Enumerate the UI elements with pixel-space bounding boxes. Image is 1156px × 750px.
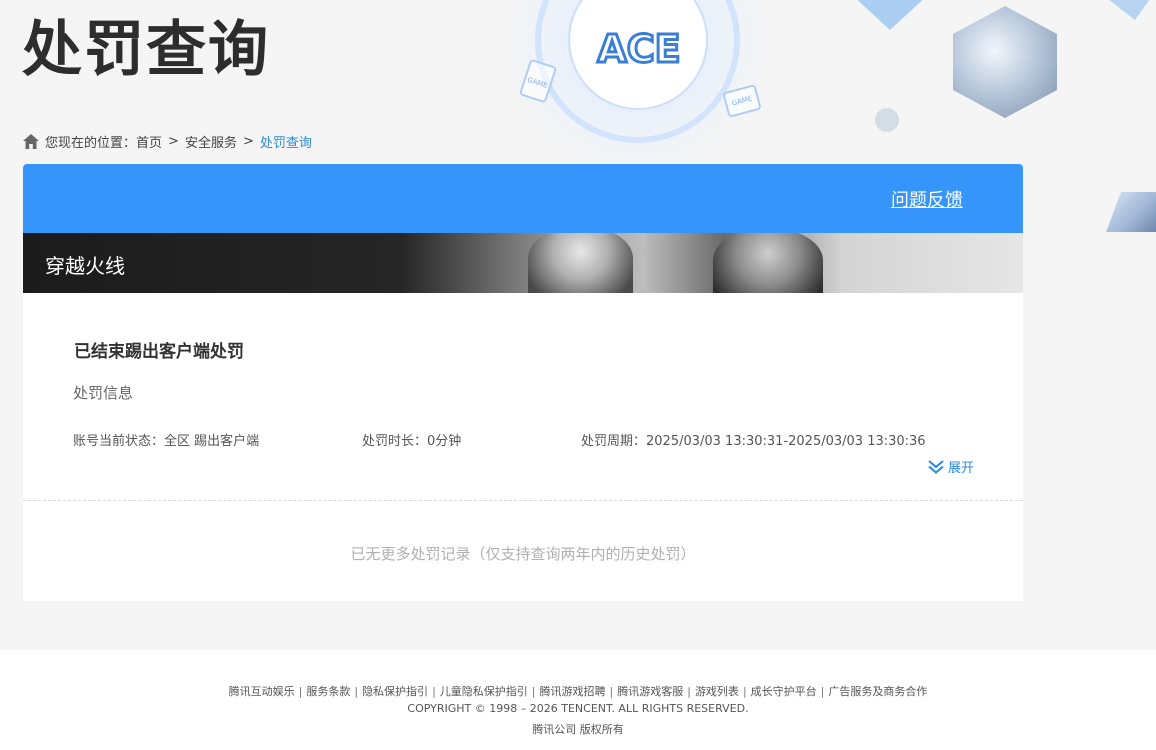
expand-button[interactable]: 展开 <box>928 457 974 476</box>
game-card-icon: GAME <box>518 58 558 104</box>
logo-glow <box>505 0 770 170</box>
account-status: 账号当前状态：全区 踢出客户端 <box>73 434 260 449</box>
decor-triangle <box>825 0 955 30</box>
footer-separator: | <box>609 685 614 698</box>
footer-separator: | <box>432 685 436 698</box>
feedback-link[interactable]: 问题反馈 <box>891 186 963 212</box>
record-title: 已结束踢出客户端处罚 <box>74 342 244 362</box>
breadcrumb-separator: > <box>242 133 254 149</box>
penalty-card: 问题反馈 穿越火线 已结束踢出客户端处罚 处罚信息 账号当前状态：全区 踢出客户… <box>23 164 1023 601</box>
penalty-duration: 处罚时长：0分钟 <box>362 434 462 449</box>
breadcrumb: 您现在的位置： 首页 > 安全服务 > 处罚查询 <box>23 131 312 151</box>
footer-link-privacy[interactable]: 隐私保护指引 <box>362 685 428 698</box>
footer-separator: | <box>298 685 303 698</box>
footer-link-game-list[interactable]: 游戏列表 <box>695 685 739 698</box>
penalty-period: 处罚周期：2025/03/03 13:30:31-2025/03/03 13:3… <box>581 434 926 449</box>
svg-text:ACE: ACE <box>597 27 680 70</box>
company-rights: 腾讯公司 版权所有 <box>532 723 624 736</box>
game-banner: 穿越火线 <box>23 233 1023 293</box>
page-title: 处罚查询 <box>22 15 270 85</box>
footer-link-child-privacy[interactable]: 儿童隐私保护指引 <box>440 685 528 698</box>
penalty-record: 已结束踢出客户端处罚 处罚信息 账号当前状态：全区 踢出客户端 处罚时长：0分钟… <box>23 293 1023 501</box>
footer-link-growth-guard[interactable]: 成长守护平台 <box>751 685 817 698</box>
footer-separator: | <box>820 685 825 698</box>
footer-separator: | <box>687 685 691 698</box>
copyright: COPYRIGHT © 1998 – 2026 TENCENT. ALL RIG… <box>407 702 749 715</box>
footer-separator: | <box>531 685 536 698</box>
footer-separator: | <box>354 685 359 698</box>
footer: 腾讯互动娱乐 | 服务条款 | 隐私保护指引 | 儿童隐私保护指引 | 腾讯游戏招聘 | 腾讯游戏客… <box>0 650 1156 750</box>
breadcrumb-separator: > <box>168 133 179 149</box>
footer-link-terms[interactable]: 服务条款 <box>306 685 350 698</box>
home-icon <box>23 133 39 149</box>
game-card-icon: GAME <box>722 84 762 118</box>
footer-link-tencent-games[interactable]: 腾讯互动娱乐 <box>229 685 295 698</box>
breadcrumb-current: 处罚查询 <box>259 135 312 151</box>
no-more-records: 已无更多处罚记录（仅支持查询两年内的历史处罚） <box>350 545 696 563</box>
banner-character-image <box>713 233 823 293</box>
hero-portrait-image <box>953 6 1057 118</box>
card-header: 问题反馈 <box>23 164 1023 233</box>
breadcrumb-prefix: 您现在的位置： <box>45 135 137 151</box>
breadcrumb-home-link[interactable]: 首页 <box>136 132 162 151</box>
ace-logo: ACE <box>596 26 682 71</box>
expand-label: 展开 <box>947 461 974 476</box>
game-name: 穿越火线 <box>45 254 125 278</box>
logo-ring <box>535 0 740 143</box>
footer-link-support[interactable]: 腾讯游戏客服 <box>617 685 683 698</box>
banner-character-image <box>528 233 633 293</box>
footer-separator: | <box>742 685 747 698</box>
breadcrumb-security-link[interactable]: 安全服务 <box>185 132 237 151</box>
footer-link-ads[interactable]: 广告服务及商务合作 <box>828 685 927 698</box>
decor-dot <box>875 108 899 132</box>
side-portrait-image <box>1106 192 1156 232</box>
decor-triangle <box>1090 0 1156 20</box>
record-subtitle: 处罚信息 <box>73 384 134 402</box>
footer-link-careers[interactable]: 腾讯游戏招聘 <box>540 685 606 698</box>
logo-badge <box>568 0 708 110</box>
double-chevron-down-icon <box>928 459 944 474</box>
footer-links: 腾讯互动娱乐 | 服务条款 | 隐私保护指引 | 儿童隐私保护指引 | 腾讯游戏招聘 | 腾讯游戏客… <box>0 683 1156 699</box>
